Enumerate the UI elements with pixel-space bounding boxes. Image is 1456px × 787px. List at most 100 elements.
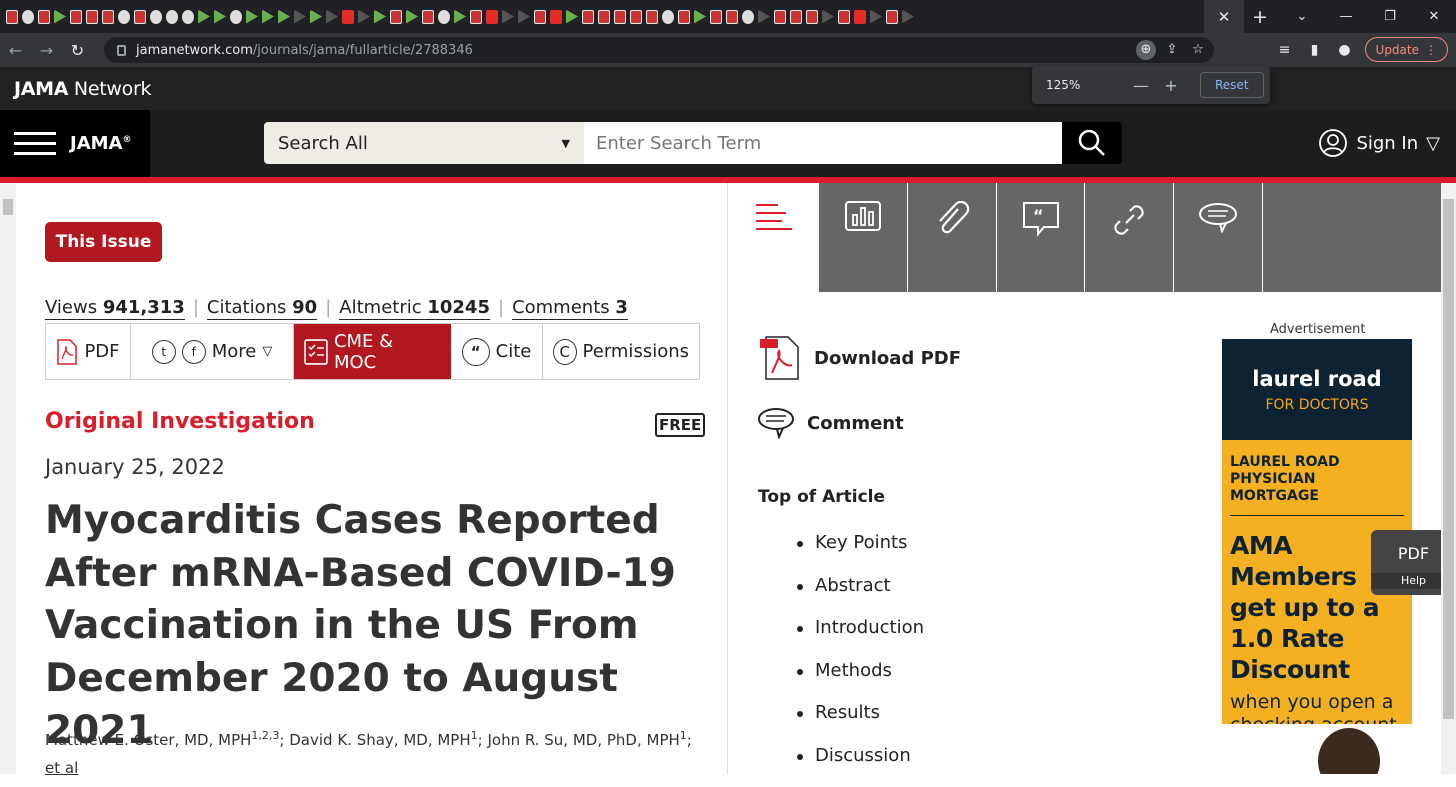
toc-item-discussion[interactable]: Discussion xyxy=(797,745,924,787)
journal-menu[interactable]: JAMA® xyxy=(0,110,150,177)
tab-favicon-icon[interactable] xyxy=(182,10,194,24)
tab-favicon-icon[interactable] xyxy=(902,10,914,24)
tab-favicon-icon[interactable] xyxy=(838,10,850,24)
tab-favicon-icon[interactable] xyxy=(854,10,866,24)
download-pdf-link[interactable]: Download PDF xyxy=(760,335,961,381)
tab-favicon-icon[interactable] xyxy=(310,10,322,24)
reload-button[interactable]: ↻ xyxy=(62,41,93,60)
author-link[interactable]: David K. Shay, MD, MPH1 xyxy=(289,731,477,749)
tab-favicon-icon[interactable] xyxy=(390,10,402,24)
twitter-icon[interactable]: t xyxy=(152,340,176,364)
tab-favicon-icon[interactable] xyxy=(678,10,690,24)
bookmark-star-icon[interactable]: ☆ xyxy=(1188,40,1208,60)
hamburger-icon[interactable] xyxy=(14,125,56,162)
cite-button[interactable]: “ Cite xyxy=(451,324,543,379)
tab-favicons[interactable] xyxy=(0,0,1200,33)
sign-in-button[interactable]: Sign In ▽ xyxy=(1318,128,1440,158)
tab-favicon-icon[interactable] xyxy=(518,10,530,24)
search-button[interactable] xyxy=(1062,122,1122,164)
tab-favicon-icon[interactable] xyxy=(86,10,98,24)
more-button[interactable]: t f More▽ xyxy=(131,324,294,379)
cme-moc-button[interactable]: CME & MOC xyxy=(294,324,451,379)
forward-button[interactable]: → xyxy=(31,41,62,60)
tab-favicon-icon[interactable] xyxy=(6,10,18,24)
tab-favicon-icon[interactable] xyxy=(102,10,114,24)
tab-favicon-icon[interactable] xyxy=(886,10,898,24)
tab-favicon-icon[interactable] xyxy=(294,10,306,24)
journal-logo[interactable]: JAMA® xyxy=(70,133,131,154)
tab-favicon-icon[interactable] xyxy=(374,10,386,24)
search-scope-select[interactable]: Search All▼ xyxy=(264,122,584,164)
tab-favicon-icon[interactable] xyxy=(134,10,146,24)
et-al-link[interactable]: et al xyxy=(45,759,78,777)
tab-favicon-icon[interactable] xyxy=(214,10,226,24)
tab-favicon-icon[interactable] xyxy=(438,10,450,24)
tab-comments[interactable] xyxy=(1174,183,1263,292)
tab-supplements[interactable] xyxy=(908,183,997,292)
tab-favicon-icon[interactable] xyxy=(406,10,418,24)
tab-favicon-icon[interactable] xyxy=(358,10,370,24)
tab-favicon-icon[interactable] xyxy=(582,10,594,24)
minimize-button[interactable]: — xyxy=(1324,9,1368,24)
tab-favicon-icon[interactable] xyxy=(662,10,674,24)
tab-search-icon[interactable]: ⌄ xyxy=(1280,9,1324,24)
tab-favicon-icon[interactable] xyxy=(230,10,242,24)
update-button[interactable]: Update⋮ xyxy=(1365,37,1448,62)
tab-favicon-icon[interactable] xyxy=(70,10,82,24)
tab-favicon-icon[interactable] xyxy=(422,10,434,24)
tab-favicon-icon[interactable] xyxy=(614,10,626,24)
top-of-article-heading[interactable]: Top of Article xyxy=(758,487,885,507)
metric-citations[interactable]: Citations 90 xyxy=(207,297,317,320)
toc-item-results[interactable]: Results xyxy=(797,702,924,745)
zoom-icon[interactable]: ⊕ xyxy=(1136,40,1156,60)
tab-favicon-icon[interactable] xyxy=(774,10,786,24)
tab-favicon-icon[interactable] xyxy=(726,10,738,24)
tab-favicon-icon[interactable] xyxy=(246,10,258,24)
tab-favicon-icon[interactable] xyxy=(646,10,658,24)
jama-network-logo[interactable]: JAMA Network xyxy=(14,78,151,100)
permissions-button[interactable]: C Permissions xyxy=(543,324,699,379)
metric-views[interactable]: Views 941,313 xyxy=(45,297,185,320)
tab-favicon-icon[interactable] xyxy=(470,10,482,24)
active-tab-close-icon[interactable]: ✕ xyxy=(1204,0,1244,33)
tab-citations[interactable]: “ xyxy=(997,183,1086,292)
tab-favicon-icon[interactable] xyxy=(454,10,466,24)
tab-favicon-icon[interactable] xyxy=(630,10,642,24)
tab-favicon-icon[interactable] xyxy=(278,10,290,24)
tab-favicon-icon[interactable] xyxy=(54,10,66,24)
tab-favicon-icon[interactable] xyxy=(534,10,546,24)
metric-comments[interactable]: Comments 3 xyxy=(512,297,628,320)
zoom-in-button[interactable]: + xyxy=(1156,76,1186,95)
reading-list-icon[interactable]: ≡ xyxy=(1275,42,1295,58)
tab-favicon-icon[interactable] xyxy=(550,10,562,24)
tab-favicon-icon[interactable] xyxy=(38,10,50,24)
tab-article-outline[interactable] xyxy=(729,183,819,292)
tab-favicon-icon[interactable] xyxy=(598,10,610,24)
tab-favicon-icon[interactable] xyxy=(806,10,818,24)
tab-favicon-icon[interactable] xyxy=(150,10,162,24)
side-panel-icon[interactable]: ▮ xyxy=(1305,42,1325,58)
author-link[interactable]: Matthew E. Oster, MD, MPH1,2,3 xyxy=(45,731,279,749)
left-scrollbar[interactable] xyxy=(0,183,16,774)
tab-favicon-icon[interactable] xyxy=(22,10,34,24)
page-scrollbar[interactable] xyxy=(1441,183,1456,774)
this-issue-button[interactable]: This Issue xyxy=(45,222,162,262)
tab-figures[interactable] xyxy=(819,183,908,292)
zoom-reset-button[interactable]: Reset xyxy=(1200,72,1264,98)
tab-favicon-icon[interactable] xyxy=(262,10,274,24)
toc-item-abstract[interactable]: Abstract xyxy=(797,575,924,618)
tab-favicon-icon[interactable] xyxy=(326,10,338,24)
facebook-icon[interactable]: f xyxy=(182,340,206,364)
toc-item-methods[interactable]: Methods xyxy=(797,660,924,703)
zoom-out-button[interactable]: — xyxy=(1126,76,1156,95)
author-link[interactable]: John R. Su, MD, PhD, MPH1 xyxy=(487,731,686,749)
tab-favicon-icon[interactable] xyxy=(198,10,210,24)
tab-favicon-icon[interactable] xyxy=(790,10,802,24)
close-window-button[interactable]: ✕ xyxy=(1412,9,1456,24)
tab-favicon-icon[interactable] xyxy=(166,10,178,24)
toc-item-key-points[interactable]: Key Points xyxy=(797,532,924,575)
tab-favicon-icon[interactable] xyxy=(566,10,578,24)
tab-favicon-icon[interactable] xyxy=(342,10,354,24)
metric-altmetric[interactable]: Altmetric 10245 xyxy=(339,297,490,320)
tab-favicon-icon[interactable] xyxy=(502,10,514,24)
